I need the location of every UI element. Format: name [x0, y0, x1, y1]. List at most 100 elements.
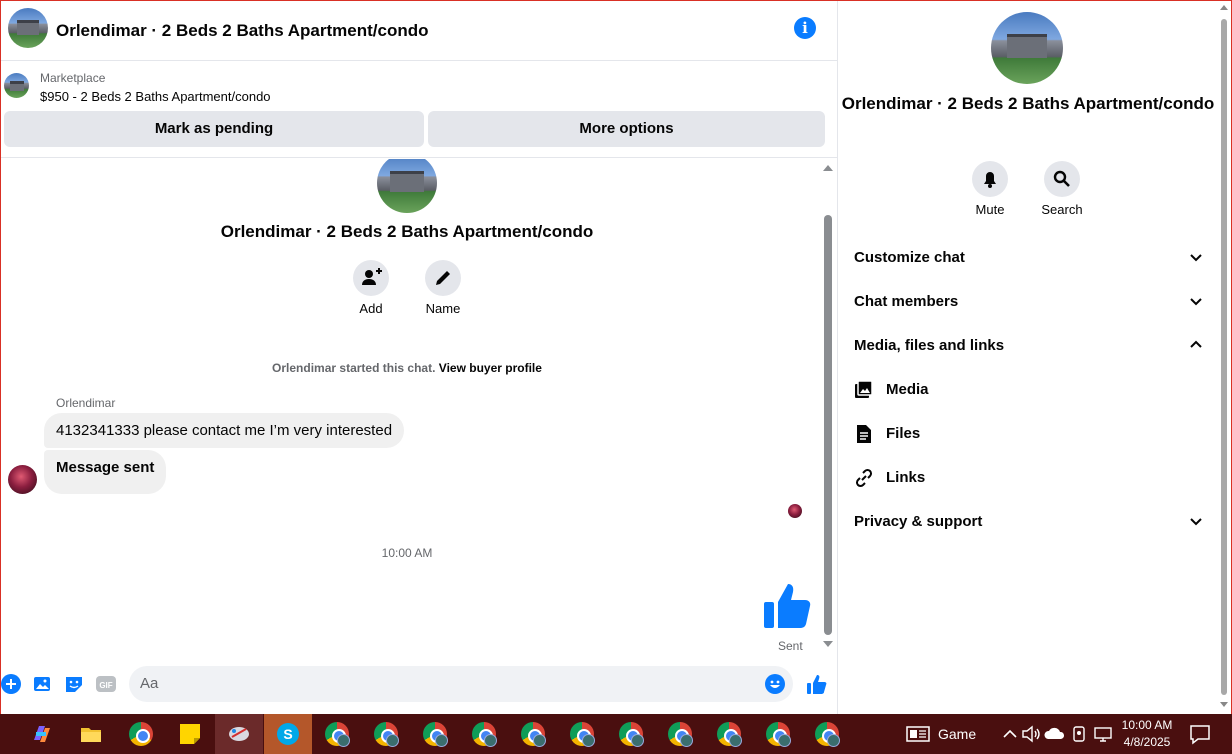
profile-badge-icon [582, 734, 595, 747]
profile-badge-icon [631, 734, 644, 747]
marketplace-bar: Marketplace $950 - 2 Beds 2 Baths Apartm… [1, 62, 837, 158]
message-bubble[interactable]: Message sent [44, 450, 167, 494]
news-widget-icon[interactable] [906, 722, 930, 746]
media-label: Media [886, 381, 929, 398]
mark-as-pending-button[interactable]: Mark as pending [4, 111, 424, 147]
conversation-area: Orlendimar · 2 Beds 2 Baths Apartment/co… [1, 159, 837, 655]
chrome-icon[interactable] [129, 722, 153, 746]
gif-icon[interactable]: GIF [96, 674, 116, 694]
file-explorer-icon[interactable] [79, 722, 103, 746]
thumbs-up-icon[interactable] [806, 673, 828, 695]
svg-text:S: S [283, 726, 292, 742]
scrollbar-thumb[interactable] [824, 215, 832, 635]
sender-avatar[interactable] [8, 465, 37, 494]
chrome-profile-icon[interactable] [472, 722, 497, 747]
message-timestamp: 10:00 AM [381, 546, 433, 560]
section-customize-chat[interactable]: Customize chat [854, 249, 1202, 266]
add-person-icon [362, 268, 382, 285]
windows-taskbar: S Game 10:00 AM 4/8/2025 [0, 714, 1232, 754]
search-button[interactable] [1044, 161, 1080, 197]
chrome-profile-icon[interactable] [668, 722, 693, 747]
listing-avatar[interactable] [8, 8, 48, 48]
chrome-profile-icon[interactable] [766, 722, 791, 747]
sticker-icon[interactable] [64, 674, 84, 694]
chevron-down-icon [1190, 298, 1202, 306]
chevron-up-icon [1190, 340, 1202, 348]
image-icon [855, 380, 873, 398]
scroll-down-arrow[interactable] [1220, 702, 1228, 707]
chat-info-panel: Orlendimar · 2 Beds 2 Baths Apartment/co… [838, 1, 1218, 714]
profile-badge-icon [484, 734, 497, 747]
search-label: Search [1041, 202, 1083, 217]
scrollbar-thumb[interactable] [1221, 19, 1227, 695]
composer: GIF Aa [1, 661, 837, 709]
section-label: Chat members [854, 293, 959, 310]
mute-button[interactable] [972, 161, 1008, 197]
link-icon [855, 468, 873, 488]
files-label: Files [886, 425, 921, 442]
conversation-avatar[interactable] [377, 159, 437, 213]
sender-name: Orlendimar [56, 396, 116, 410]
system-message: Orlendimar started this chat. View buyer… [1, 361, 813, 375]
marketplace-label: Marketplace [40, 71, 106, 85]
add-button[interactable] [353, 260, 389, 296]
gallery-icon[interactable] [33, 674, 53, 694]
chrome-profile-icon[interactable] [325, 722, 350, 747]
links-label: Links [886, 469, 926, 486]
volume-icon[interactable] [1019, 722, 1043, 746]
snipping-tool-icon [229, 727, 249, 741]
scroll-down-arrow[interactable] [823, 641, 833, 647]
mute-label: Mute [975, 202, 1005, 217]
listing-title[interactable]: $950 - 2 Beds 2 Baths Apartment/condo [40, 89, 271, 104]
chat-panel: Orlendimar · 2 Beds 2 Baths Apartment/co… [1, 1, 837, 714]
message-input[interactable]: Aa [129, 666, 793, 702]
chrome-profile-icon[interactable] [815, 722, 840, 747]
emoji-icon[interactable] [765, 674, 785, 694]
listing-thumbnail[interactable] [4, 73, 29, 98]
name-button[interactable] [425, 260, 461, 296]
conversation-name: Orlendimar · 2 Beds 2 Baths Apartment/co… [220, 222, 594, 241]
sticky-notes-icon[interactable] [178, 722, 202, 746]
notification-icon[interactable] [1188, 722, 1212, 746]
sent-status: Sent [778, 639, 803, 653]
thumbs-up-sticker-icon[interactable] [762, 580, 814, 632]
message-bubble[interactable]: 4132341333 please contact me I’m very in… [44, 413, 405, 448]
game-widget-label[interactable]: Game [938, 726, 976, 742]
scroll-up-arrow[interactable] [823, 165, 833, 171]
plus-circle-icon[interactable] [1, 674, 21, 694]
chevron-down-icon [1190, 254, 1202, 262]
chrome-profile-icon[interactable] [374, 722, 399, 747]
scroll-up-arrow[interactable] [1220, 5, 1228, 10]
page-scrollbar[interactable] [1218, 1, 1231, 714]
chrome-profile-icon[interactable] [423, 722, 448, 747]
chrome-profile-icon[interactable] [570, 722, 595, 747]
profile-badge-icon [827, 734, 840, 747]
view-buyer-profile-link[interactable]: View buyer profile [439, 361, 542, 375]
chrome-profile-icon[interactable] [717, 722, 742, 747]
file-icon [857, 425, 871, 443]
pencil-icon [436, 271, 450, 285]
section-label: Customize chat [854, 249, 965, 266]
search-icon [1053, 170, 1070, 187]
section-chat-members[interactable]: Chat members [854, 293, 1202, 310]
meet-now-icon[interactable] [1067, 722, 1091, 746]
taskbar-skype[interactable]: S [264, 714, 312, 754]
section-privacy-support[interactable]: Privacy & support [854, 513, 1202, 530]
info-title: Orlendimar · 2 Beds 2 Baths Apartment/co… [841, 94, 1215, 113]
system-text: Orlendimar started this chat. [272, 361, 436, 375]
taskbar-clock[interactable]: 10:00 AM 4/8/2025 [1112, 717, 1182, 751]
chrome-profile-icon[interactable] [619, 722, 644, 747]
info-icon[interactable]: i [794, 17, 816, 39]
taskbar-active-app[interactable] [215, 714, 263, 754]
copilot-icon[interactable] [30, 722, 54, 746]
onedrive-icon[interactable] [1043, 722, 1067, 746]
profile-badge-icon [680, 734, 693, 747]
chrome-profile-icon[interactable] [521, 722, 546, 747]
info-avatar[interactable] [991, 12, 1063, 84]
section-media-files-links[interactable]: Media, files and links [854, 337, 1202, 354]
read-receipt-avatar [788, 504, 802, 518]
section-label: Privacy & support [854, 513, 983, 530]
conversation-scrollbar[interactable] [821, 159, 835, 655]
skype-icon: S [277, 723, 299, 745]
more-options-button[interactable]: More options [428, 111, 825, 147]
